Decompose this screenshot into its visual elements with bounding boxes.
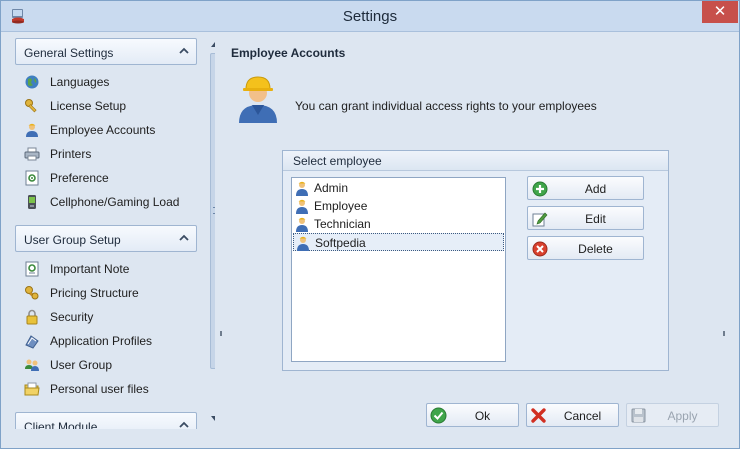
save-icon [631, 408, 646, 423]
users-icon [25, 359, 39, 371]
nav-item-label: Employee Accounts [50, 123, 156, 137]
apply-label: Apply [667, 409, 698, 423]
cancel-x-icon [531, 408, 546, 423]
pricing-icon [25, 286, 39, 300]
employee-worker-icon [239, 76, 277, 123]
nav-item-security[interactable]: Security [24, 307, 194, 327]
nav-item-label: Security [50, 310, 94, 324]
splitter-handle[interactable] [723, 331, 725, 336]
scroll-down-icon[interactable] [210, 415, 215, 423]
nav-item-label: Pricing Structure [50, 286, 139, 300]
preference-icon [25, 170, 39, 186]
nav-item-label: Preference [50, 171, 109, 185]
edit-button[interactable]: Edit [527, 206, 644, 230]
nav-item-label: Important Note [50, 262, 130, 276]
user-icon [296, 217, 308, 232]
group-header-client-module[interactable]: Client Module [15, 412, 197, 429]
lock-icon [26, 309, 38, 325]
nav-item-label: Personal user files [50, 382, 149, 396]
employee-name: Technician [314, 217, 371, 231]
nav-item-label: Cellphone/Gaming Load [50, 195, 180, 209]
note-icon [25, 261, 39, 277]
delete-label: Delete [578, 242, 613, 256]
chevron-up-icon[interactable] [179, 46, 189, 56]
select-employee-label: Select employee [293, 154, 382, 168]
splitter-handle[interactable] [220, 331, 222, 336]
user-icon [297, 236, 309, 251]
add-label: Add [584, 182, 607, 196]
title-bar[interactable]: Settings ✕ [1, 1, 739, 32]
group-label: Client Module [24, 420, 98, 429]
list-item-employee[interactable]: Employee [293, 197, 504, 215]
nav-item-label: Application Profiles [50, 334, 153, 348]
nav-item-preference[interactable]: Preference [24, 168, 194, 188]
nav-item-label: Languages [50, 75, 110, 89]
add-button[interactable]: Add [527, 176, 644, 200]
globe-icon [25, 75, 39, 89]
scrollbar-thumb[interactable] [210, 53, 215, 369]
settings-navigation: General Settings Languages License Setup… [10, 37, 215, 429]
window-title: Settings [342, 8, 398, 25]
employee-name: Admin [314, 181, 349, 195]
apply-button[interactable]: Apply [626, 403, 719, 427]
nav-item-label: License Setup [50, 99, 127, 113]
key-icon [25, 99, 37, 113]
nav-item-license-setup[interactable]: License Setup [24, 96, 194, 116]
cellphone-icon [28, 195, 36, 209]
employee-name: Employee [314, 199, 368, 213]
delete-button[interactable]: Delete [527, 236, 644, 260]
nav-item-printers[interactable]: Printers [24, 144, 194, 164]
nav-scrollbar[interactable] [208, 37, 215, 429]
intro-text: You can grant individual access rights t… [295, 99, 597, 113]
group-header-general-settings[interactable]: General Settings [15, 38, 197, 65]
printer-icon [24, 147, 40, 161]
employee-name: Softpedia [315, 236, 366, 250]
group-label: General Settings [24, 46, 114, 60]
settings-window: Settings ✕ General Settings Languages Li… [0, 0, 740, 449]
application-icon [25, 335, 39, 349]
nav-item-label: User Group [50, 358, 113, 372]
chevron-up-icon[interactable] [179, 420, 189, 429]
chevron-up-icon[interactable] [179, 233, 189, 243]
user-icon [296, 181, 308, 196]
select-employee-header: Select employee [283, 151, 668, 171]
cancel-button[interactable]: Cancel [526, 403, 619, 427]
section-title: Employee Accounts [231, 46, 346, 60]
user-icon [296, 199, 308, 214]
ok-label: Ok [474, 409, 491, 423]
nav-item-cellphone-gaming-load[interactable]: Cellphone/Gaming Load [24, 192, 194, 212]
nav-item-user-group[interactable]: User Group [24, 355, 194, 375]
nav-item-personal-user-files[interactable]: Personal user files [24, 379, 194, 399]
nav-item-important-note[interactable]: Important Note [24, 259, 194, 279]
ok-button[interactable]: Ok [426, 403, 519, 427]
scroll-up-icon[interactable] [210, 40, 215, 48]
list-item-softpedia[interactable]: Softpedia [293, 233, 504, 251]
edit-label: Edit [585, 212, 606, 226]
nav-item-pricing-structure[interactable]: Pricing Structure [24, 283, 194, 303]
nav-item-label: Printers [50, 147, 92, 161]
grip-icon [213, 207, 215, 214]
add-icon [532, 181, 548, 197]
delete-icon [532, 241, 548, 257]
group-header-user-group-setup[interactable]: User Group Setup [15, 225, 197, 252]
cancel-label: Cancel [563, 409, 602, 423]
checkmark-icon [430, 407, 447, 424]
nav-item-employee-accounts[interactable]: Employee Accounts [24, 120, 194, 140]
user-icon [26, 123, 38, 137]
select-employee-panel: Select employee Admin Employee Technicia… [282, 150, 669, 371]
close-button[interactable]: ✕ [702, 1, 738, 23]
employee-list[interactable]: Admin Employee Technician Softpedia [291, 177, 506, 362]
list-item-technician[interactable]: Technician [293, 215, 504, 233]
files-icon [24, 382, 40, 396]
list-item-admin[interactable]: Admin [293, 179, 504, 197]
edit-icon [532, 212, 548, 227]
group-label: User Group Setup [24, 233, 121, 247]
nav-item-application-profiles[interactable]: Application Profiles [24, 331, 194, 351]
nav-item-languages[interactable]: Languages [24, 72, 194, 92]
